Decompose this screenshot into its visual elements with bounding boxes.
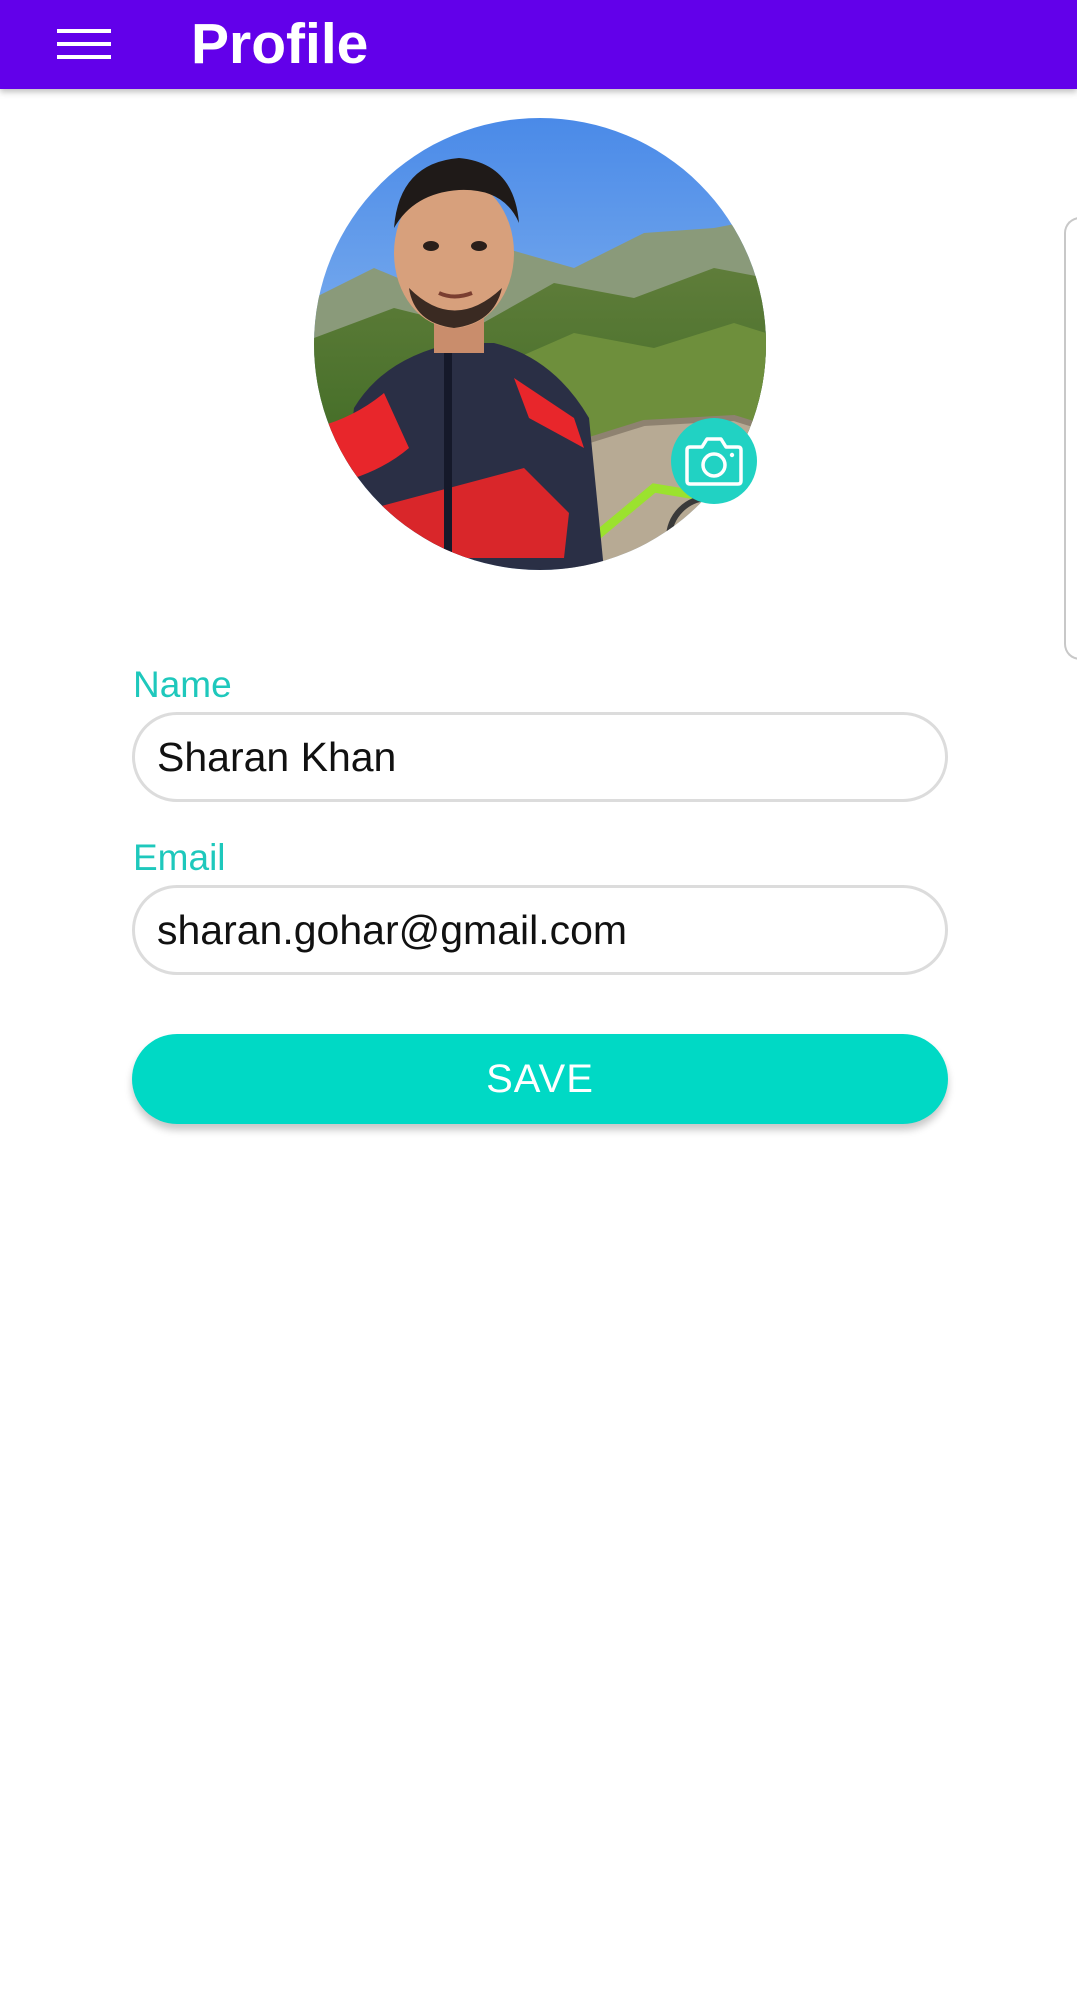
avatar-container (314, 118, 766, 570)
save-button[interactable]: SAVE (132, 1034, 948, 1124)
camera-icon (685, 437, 743, 486)
name-label: Name (133, 664, 232, 705)
app-bar: Profile (0, 0, 1077, 89)
page-title: Profile (191, 12, 369, 76)
edge-panel-handle[interactable] (1064, 217, 1077, 660)
profile-photo (314, 118, 766, 570)
email-field[interactable] (132, 885, 948, 975)
menu-button[interactable] (44, 14, 124, 74)
avatar[interactable] (314, 118, 766, 570)
hamburger-menu-icon (57, 29, 111, 59)
name-field[interactable] (132, 712, 948, 802)
change-photo-button[interactable] (671, 418, 757, 504)
email-label: Email (133, 837, 226, 878)
